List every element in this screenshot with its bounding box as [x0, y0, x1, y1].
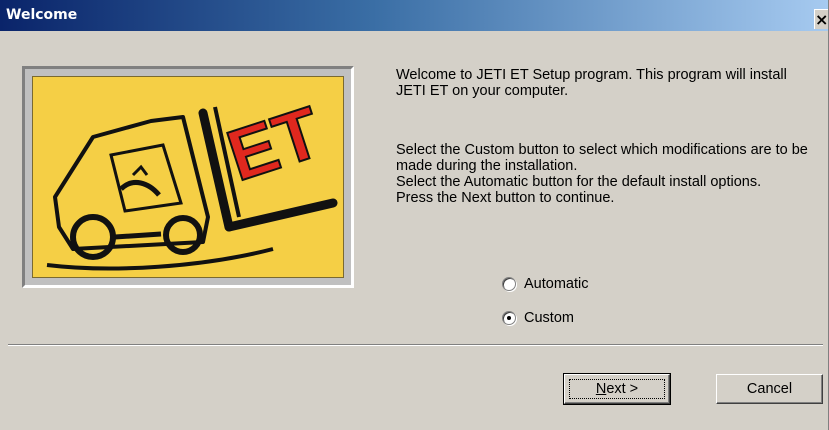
setup-dialog: Welcome × ET Welcome to JETI ET Setup pr… [0, 0, 829, 430]
jeti-et-logo: ET [32, 76, 344, 278]
next-button-label: Next > [596, 381, 638, 397]
logo-frame: ET [22, 66, 354, 288]
radio-unchecked-icon[interactable] [502, 277, 516, 291]
instructions-paragraph: Select the Custom button to select which… [396, 142, 816, 206]
automatic-label[interactable]: Automatic [524, 276, 588, 292]
cancel-button[interactable]: Cancel [716, 374, 823, 404]
close-button[interactable]: × [814, 9, 828, 29]
next-mnemonic: N [595, 381, 607, 397]
next-label-rest: ext > [606, 381, 639, 397]
radio-checked-icon[interactable] [502, 311, 516, 325]
separator [8, 344, 823, 346]
instruction-automatic: Select the Automatic button for the defa… [396, 174, 762, 190]
intro-paragraph: Welcome to JETI ET Setup program. This p… [396, 67, 787, 99]
instruction-custom: Select the Custom button to select which… [396, 142, 808, 174]
instruction-next: Press the Next button to continue. [396, 190, 615, 206]
next-button[interactable]: Next > [563, 373, 671, 405]
radio-dot-icon [507, 316, 511, 320]
window-title: Welcome [6, 7, 78, 23]
custom-label[interactable]: Custom [524, 310, 574, 326]
title-bar[interactable]: Welcome × [0, 0, 828, 31]
logo-et-text: ET [218, 92, 330, 197]
forklift-logo-graphic: ET [46, 91, 338, 271]
close-icon: × [815, 10, 829, 29]
